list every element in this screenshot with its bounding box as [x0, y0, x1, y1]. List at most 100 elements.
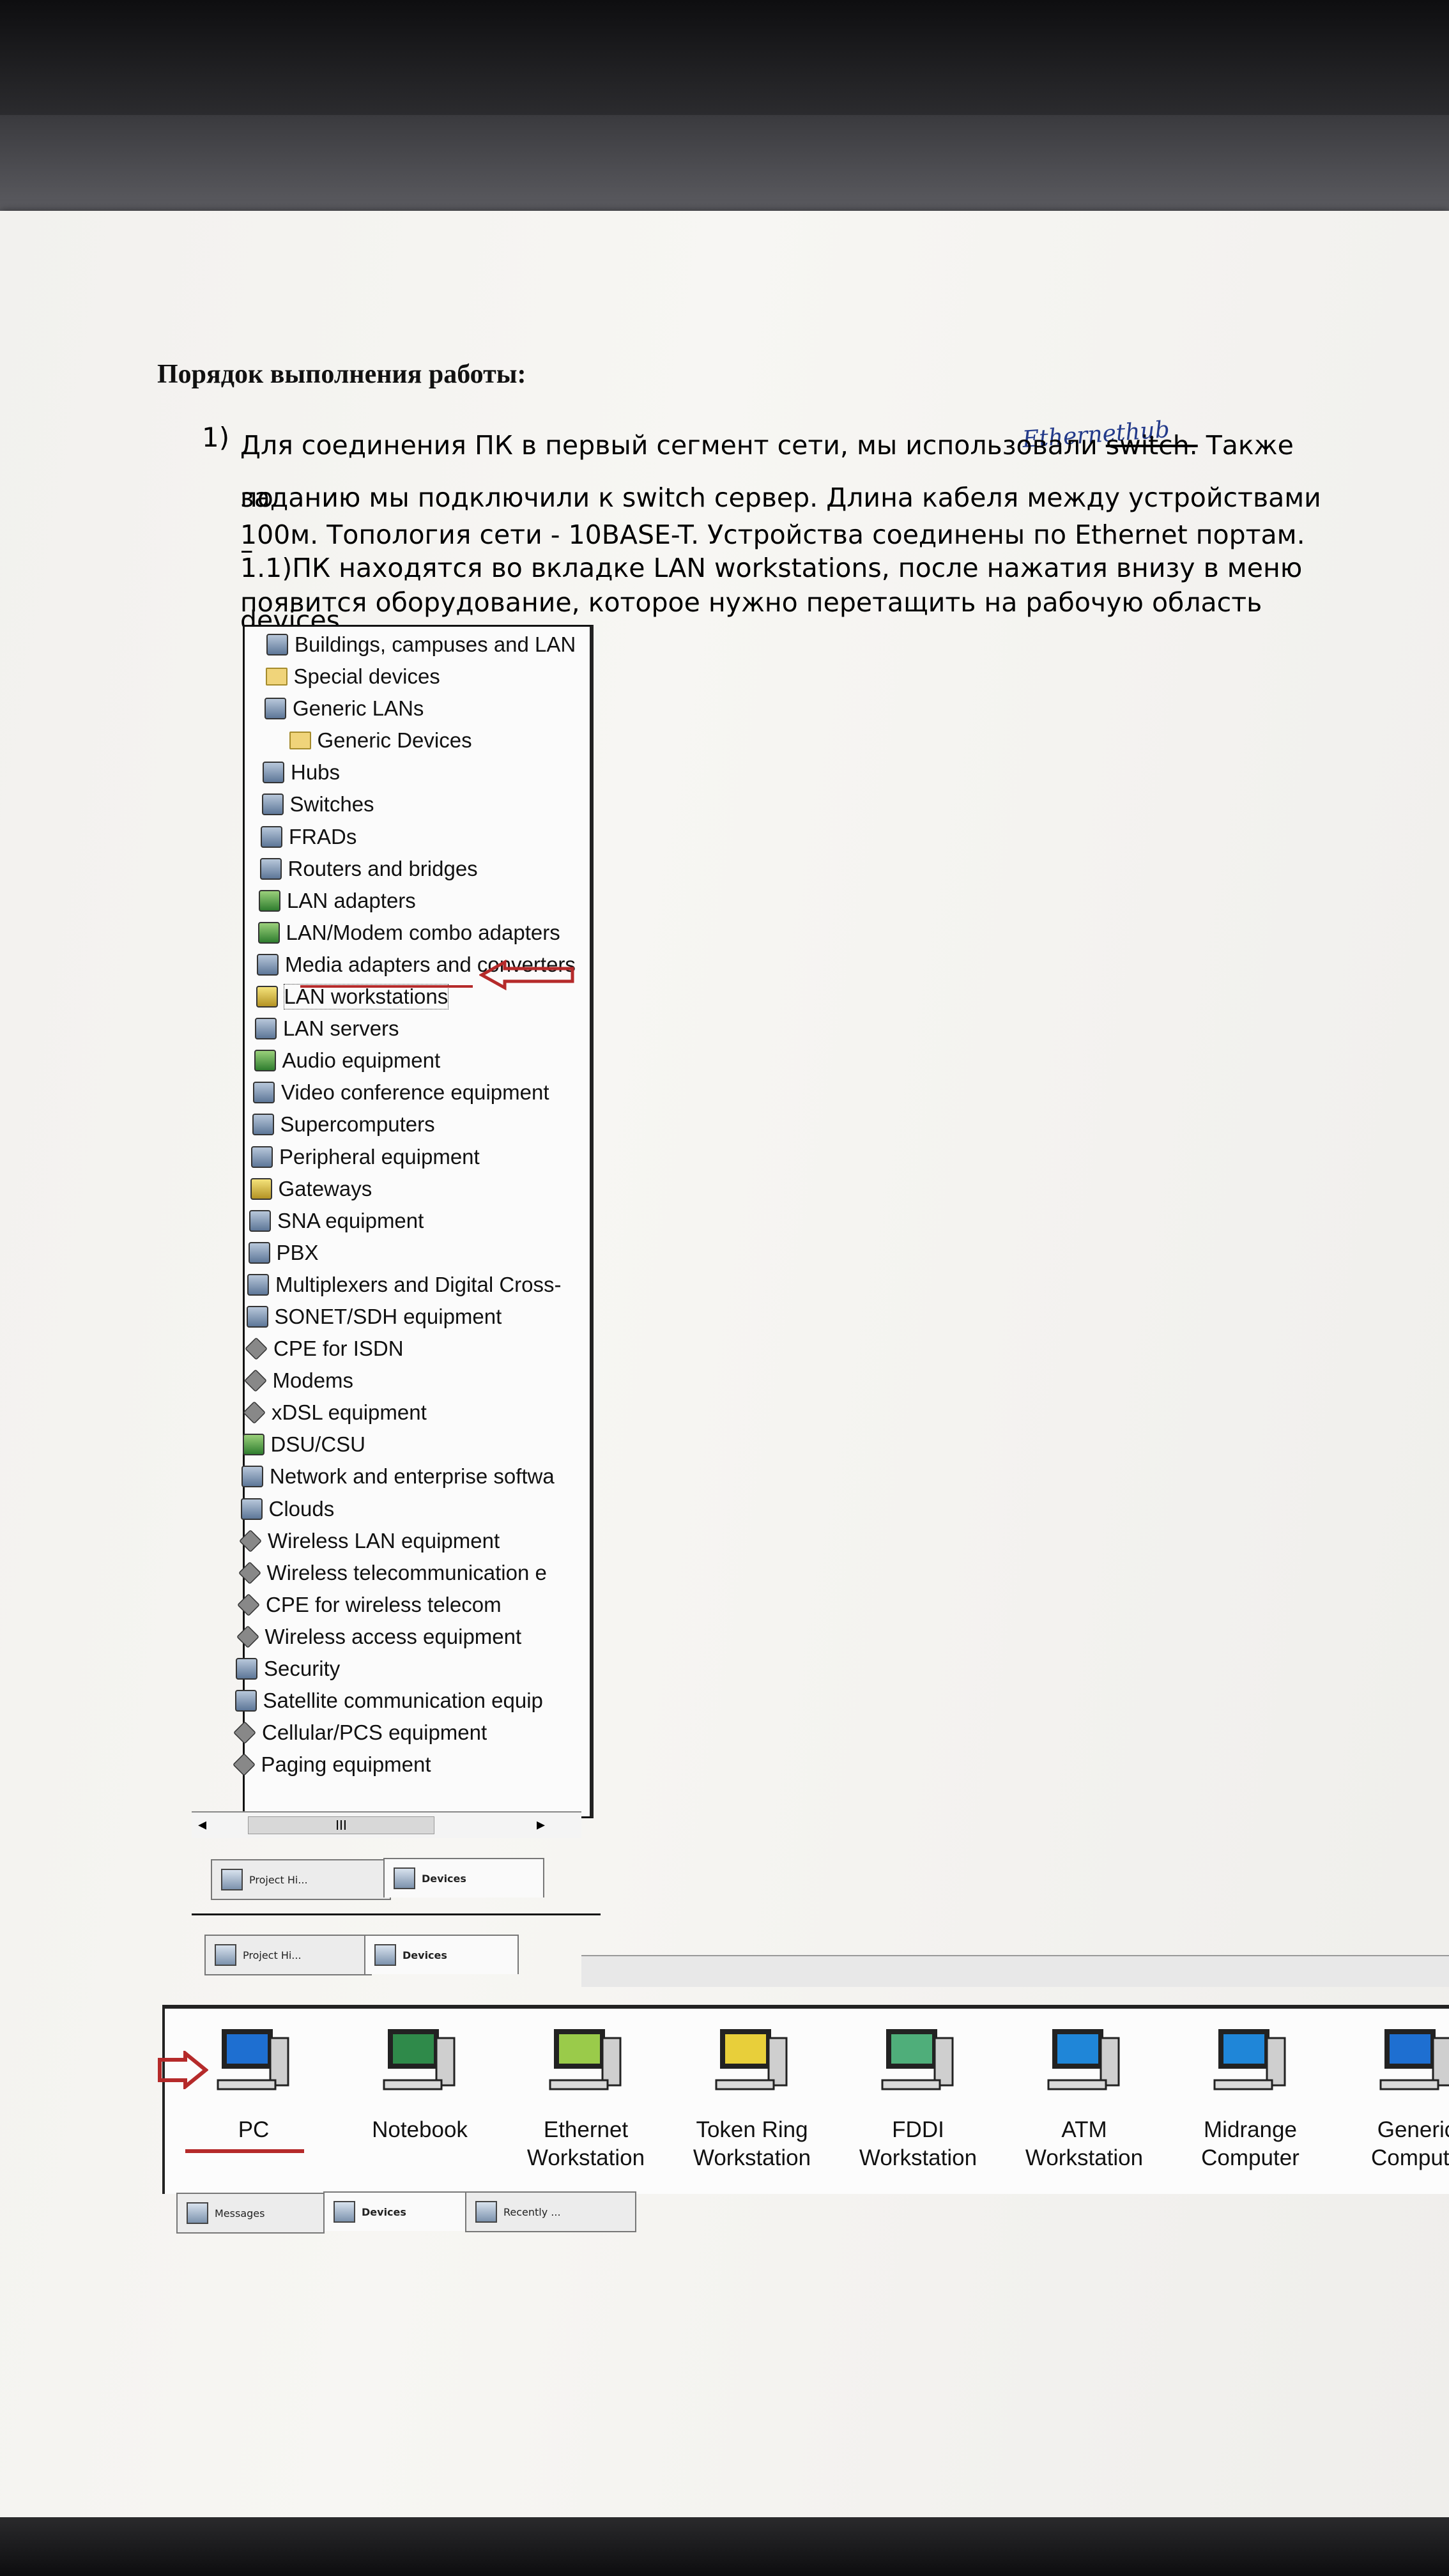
tree-item[interactable]: Special devices: [265, 663, 440, 691]
tree-item-label: LAN adapters: [287, 888, 416, 912]
scroll-thumb[interactable]: III: [248, 1816, 434, 1834]
tree-item-label: Paging equipment: [261, 1752, 431, 1777]
tree-item[interactable]: Network and enterprise softwa: [241, 1462, 555, 1491]
wireless-telecom-icon: [238, 1561, 261, 1584]
device-item[interactable]: PC: [174, 2023, 334, 2144]
tree-item-label: Hubs: [291, 760, 341, 785]
tree-item-label: Audio equipment: [282, 1048, 441, 1073]
project-history-icon: [221, 1869, 243, 1890]
router-icon: [259, 857, 282, 880]
gateway-icon: [250, 1177, 272, 1200]
tree-item[interactable]: Video conference equipment: [253, 1078, 549, 1107]
tree-item-label: Supercomputers: [280, 1112, 435, 1137]
tree-item[interactable]: Buildings, campuses and LAN: [266, 631, 576, 659]
device-item[interactable]: Midrange Computer: [1170, 2023, 1330, 2172]
lan-adapter-icon: [259, 889, 280, 912]
supercomputer-icon: [252, 1114, 274, 1136]
struck-word: switch.: [1105, 430, 1198, 461]
scroll-left-icon[interactable]: ◂: [198, 1815, 206, 1834]
tree-item[interactable]: Cellular/PCS equipment: [233, 1719, 487, 1747]
tree-item-label: Special devices: [293, 664, 440, 689]
tree-item[interactable]: Peripheral equipment: [251, 1143, 480, 1171]
hub-icon: [263, 762, 284, 784]
scroll-right-icon[interactable]: ▸: [537, 1815, 545, 1834]
tree-item[interactable]: Hubs: [263, 758, 340, 786]
tab-label: Messages: [215, 2207, 265, 2220]
tree-item-label: Wireless access equipment: [264, 1624, 522, 1648]
section-heading: Порядок выполнения работы:: [157, 360, 526, 389]
tab-divider: [192, 1913, 601, 1915]
tree-item[interactable]: Multiplexers and Digital Cross-: [247, 1271, 561, 1299]
tree-item[interactable]: DSU/CSU: [242, 1430, 365, 1459]
tree-item[interactable]: Routers and bridges: [259, 855, 478, 883]
notebook-icon: [375, 2023, 464, 2106]
tree-item[interactable]: Generic Devices: [289, 726, 472, 755]
folder-icon: [265, 668, 288, 686]
tree-item[interactable]: Paging equipment: [232, 1751, 431, 1779]
tree-item[interactable]: Gateways: [250, 1175, 372, 1203]
tab-devices[interactable]: Devices: [383, 1858, 544, 1897]
tab-devices-bottom[interactable]: Devices: [323, 2191, 469, 2231]
tree-item[interactable]: Wireless access equipment: [236, 1623, 522, 1651]
cellular-icon: [233, 1721, 257, 1745]
recently-icon: [475, 2201, 497, 2223]
tree-item[interactable]: Switches: [261, 790, 374, 818]
tree-item[interactable]: Audio equipment: [254, 1046, 441, 1075]
tab-devices-2[interactable]: Devices: [364, 1935, 519, 1974]
tree-item-label: Clouds: [268, 1496, 335, 1521]
workspace-scrollbar[interactable]: [581, 1955, 1449, 1987]
tree-item-label: Buildings, campuses and LAN: [295, 632, 576, 656]
video-conference-icon: [253, 1082, 275, 1104]
tree-item[interactable]: LAN adapters: [259, 887, 416, 915]
tree-item[interactable]: PBX: [248, 1239, 319, 1267]
tab-messages[interactable]: Messages: [176, 2193, 325, 2234]
device-item[interactable]: ATM Workstation: [1004, 2023, 1164, 2172]
paragraph-line-5: появится оборудование, которое нужно пер…: [240, 587, 1262, 618]
tree-item[interactable]: Supercomputers: [252, 1110, 435, 1138]
tree-item[interactable]: Generic LANs: [264, 694, 424, 723]
tree-item-label: Peripheral equipment: [279, 1144, 480, 1169]
frad-icon: [261, 825, 282, 848]
tab-label: Devices: [362, 2205, 406, 2218]
tree-item[interactable]: SNA equipment: [249, 1207, 424, 1235]
tree-item[interactable]: Satellite communication equip: [234, 1687, 543, 1715]
tab-project-history[interactable]: Project Hi...: [211, 1859, 391, 1900]
tree-item[interactable]: CPE for wireless telecom: [236, 1591, 502, 1619]
tree-item[interactable]: Modems: [243, 1367, 354, 1395]
project-history-icon: [215, 1944, 236, 1966]
tree-item[interactable]: Security: [236, 1655, 340, 1683]
device-item[interactable]: FDDI Workstation: [838, 2023, 998, 2172]
device-item[interactable]: Notebook: [340, 2023, 500, 2144]
red-arrow-annotation: [479, 960, 574, 990]
tree-item[interactable]: LAN servers: [255, 1015, 399, 1043]
tree-item[interactable]: Wireless telecommunication e: [238, 1559, 547, 1587]
tree-item[interactable]: Wireless LAN equipment: [238, 1527, 500, 1555]
software-icon: [241, 1466, 263, 1488]
tree-item-label: LAN workstations: [283, 984, 449, 1010]
tree-horizontal-scrollbar[interactable]: ◂ III ▸: [192, 1811, 581, 1838]
tree-item[interactable]: FRADs: [261, 823, 356, 851]
tree-item-label: Modems: [272, 1368, 354, 1393]
device-item[interactable]: Generic Compute: [1337, 2023, 1449, 2172]
switch-icon: [261, 793, 284, 816]
tree-item-label: Generic LANs: [293, 696, 424, 721]
tree-item[interactable]: xDSL equipment: [242, 1399, 427, 1427]
tab-project-history-2[interactable]: Project Hi...: [204, 1935, 372, 1975]
sna-icon: [249, 1209, 271, 1232]
device-item-label: FDDI Workstation: [859, 2117, 977, 2170]
tree-item[interactable]: Clouds: [240, 1495, 335, 1523]
tree-item-label: Multiplexers and Digital Cross-: [275, 1272, 562, 1296]
tab-recently[interactable]: Recently ...: [465, 2191, 636, 2232]
devices-tab-icon: [394, 1867, 415, 1889]
tree-item-label: CPE for ISDN: [273, 1337, 404, 1361]
tree-item[interactable]: SONET/SDH equipment: [246, 1303, 502, 1331]
tree-item-label: Wireless telecommunication e: [266, 1560, 547, 1584]
device-item[interactable]: Token Ring Workstation: [672, 2023, 832, 2172]
device-item-label: Token Ring Workstation: [693, 2117, 811, 2170]
tree-item[interactable]: CPE for ISDN: [244, 1335, 404, 1363]
tree-item[interactable]: LAN/Modem combo adapters: [257, 919, 560, 947]
workstation-icon: [256, 986, 278, 1008]
device-item[interactable]: Ethernet Workstation: [506, 2023, 666, 2172]
modem-icon: [243, 1369, 267, 1393]
tree-item-label: Gateways: [278, 1176, 372, 1200]
